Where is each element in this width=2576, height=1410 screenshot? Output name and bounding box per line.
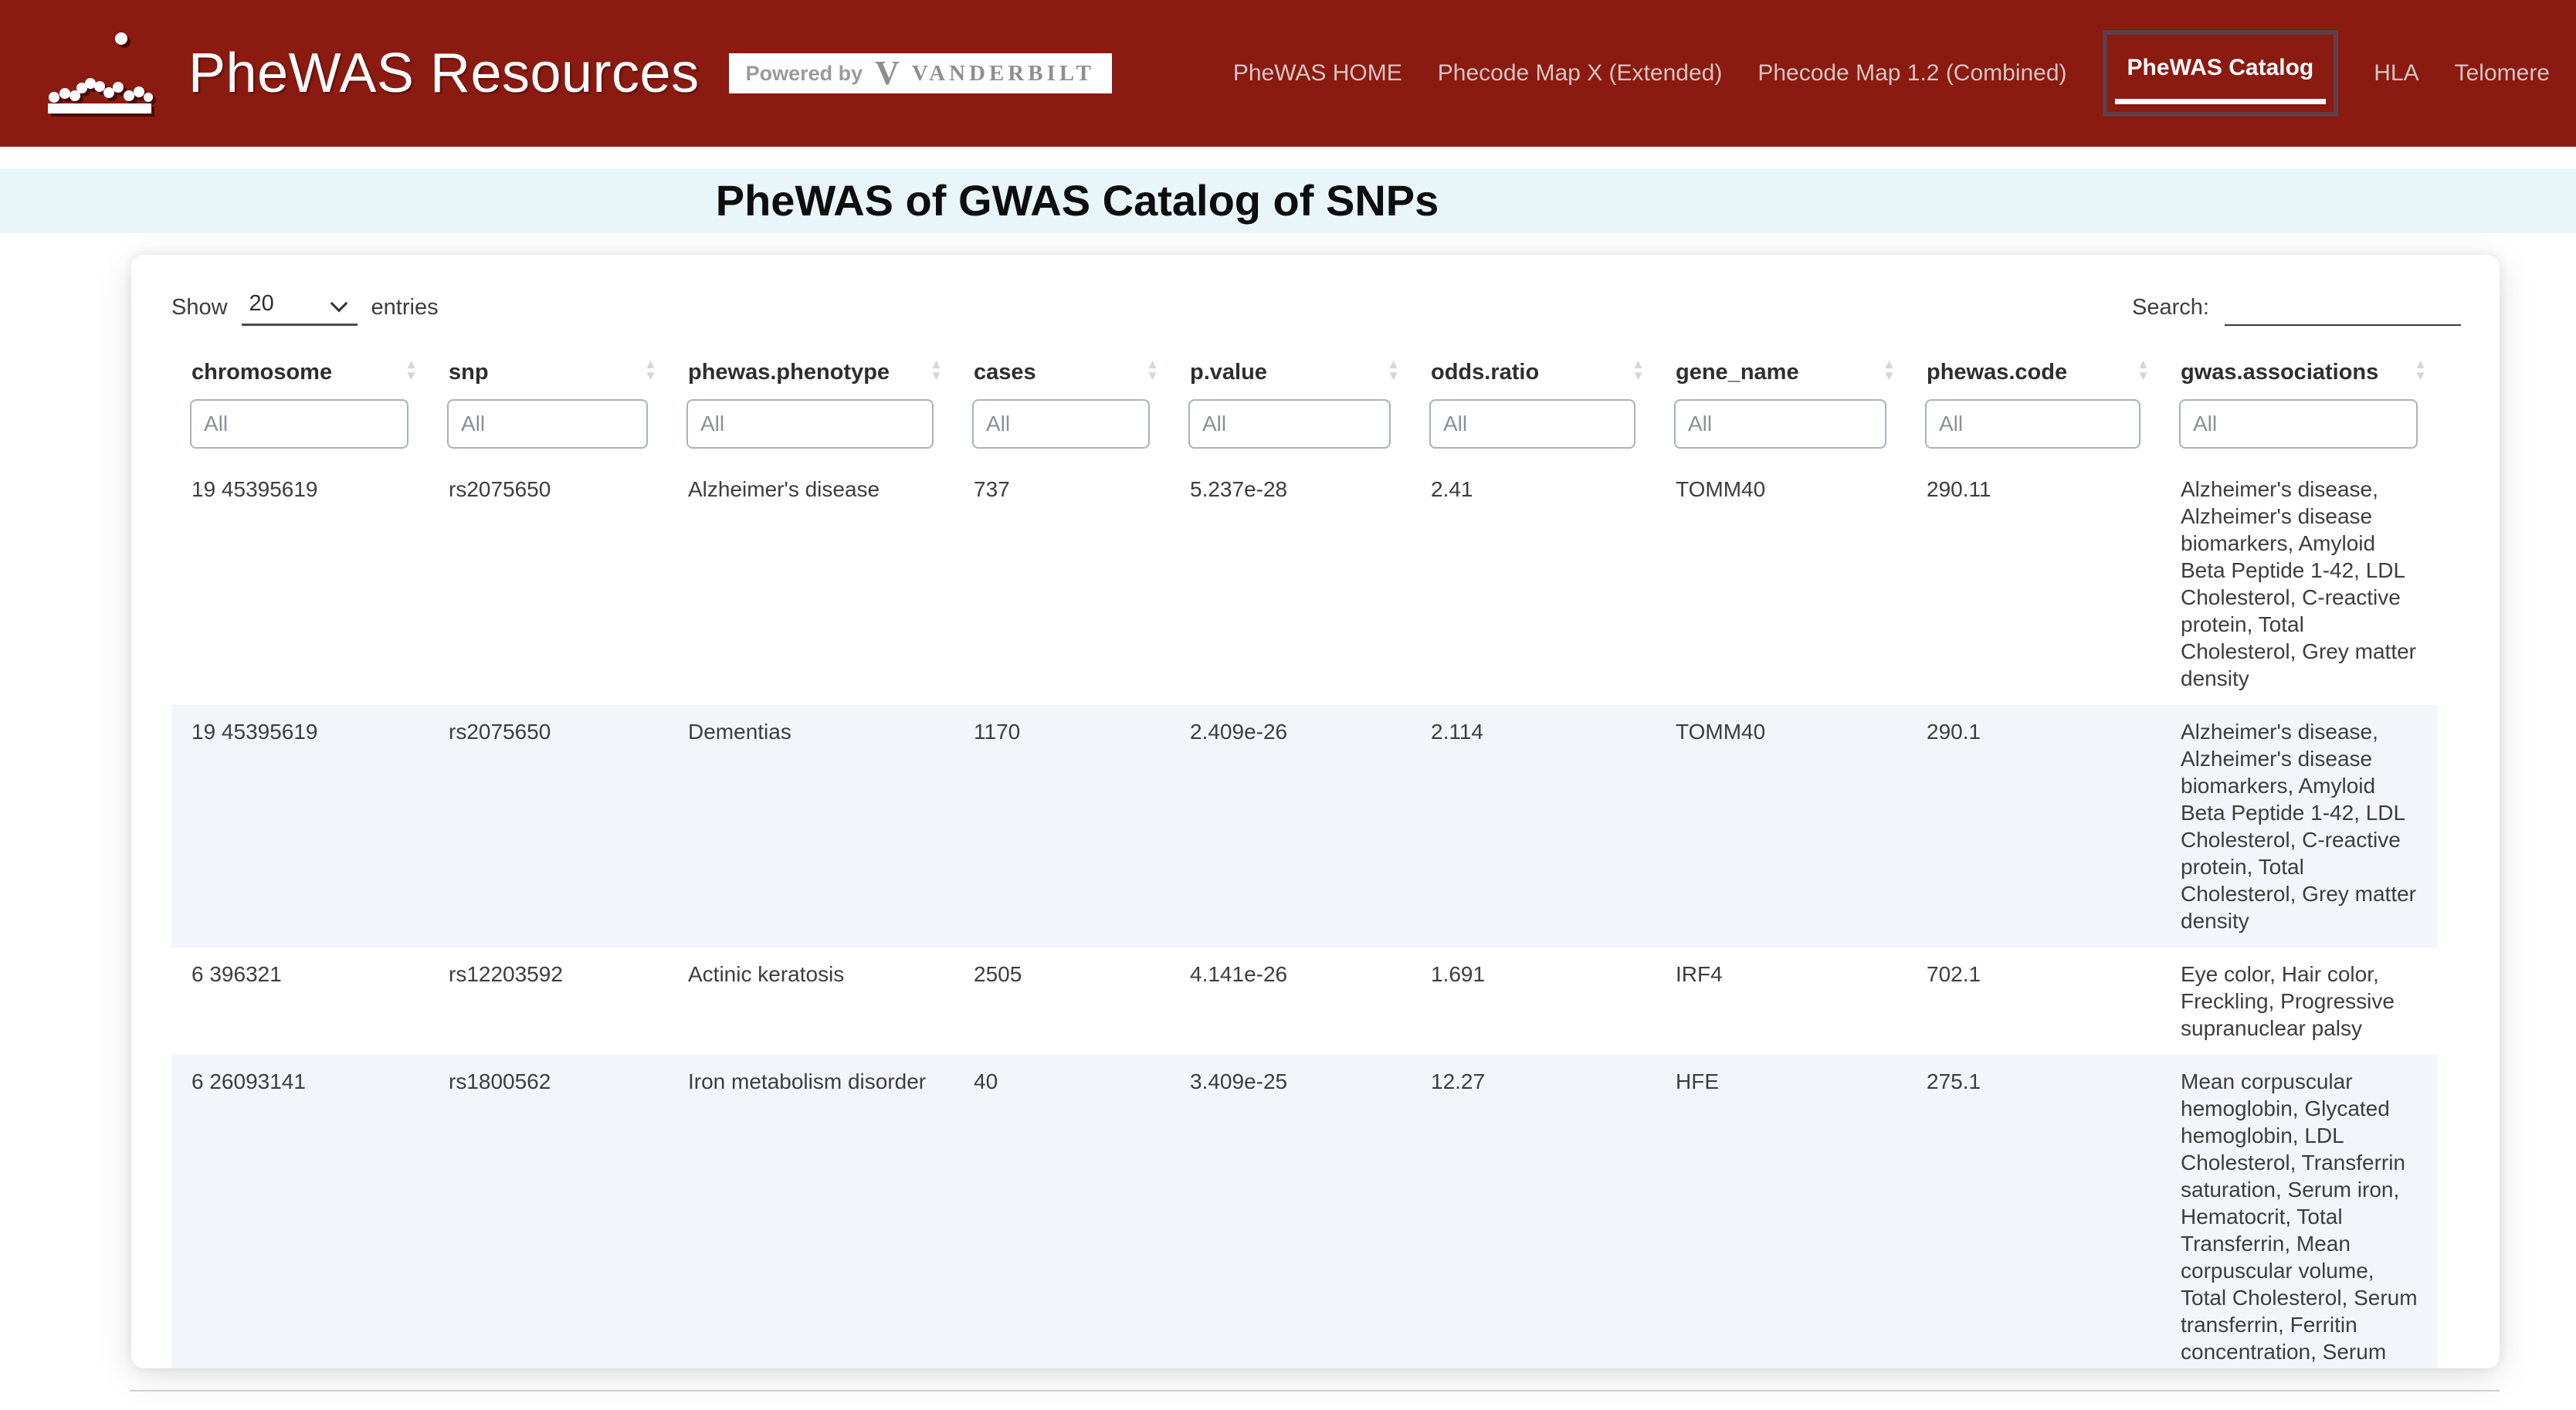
table-search-control: Search: <box>2132 289 2461 326</box>
main-nav: PheWAS HOME Phecode Map X (Extended) Phe… <box>1233 30 2550 117</box>
filter-input-phewas-code[interactable] <box>1925 399 2140 449</box>
cell-p-value: 2.409e-26 <box>1170 705 1411 947</box>
cell-chromosome: 19 45395619 <box>171 705 429 947</box>
cell-gwas-associations: Mean corpuscular hemoglobin, Glycated he… <box>2161 1055 2438 1368</box>
nav-item-hla[interactable]: HLA <box>2374 60 2418 86</box>
cell-cases: 1170 <box>954 705 1170 947</box>
cell-cases: 737 <box>954 463 1170 705</box>
filter-input-cases[interactable] <box>972 399 1150 449</box>
brand-title: PheWAS Resources <box>188 42 700 105</box>
cell-odds-ratio: 2.41 <box>1411 463 1656 705</box>
column-header-cases[interactable]: cases <box>954 354 1170 398</box>
nav-item-phecode-map-x[interactable]: Phecode Map X (Extended) <box>1438 60 1723 86</box>
search-label: Search: <box>2132 295 2209 320</box>
column-header-odds-ratio[interactable]: odds.ratio <box>1411 354 1656 398</box>
page-title: PheWAS of GWAS Catalog of SNPs <box>0 168 2154 233</box>
column-header-p-value[interactable]: p.value <box>1170 354 1411 398</box>
column-header-gene-name[interactable]: gene_name <box>1656 354 1907 398</box>
vanderbilt-v-icon: V <box>875 56 900 90</box>
search-input[interactable] <box>2225 289 2461 326</box>
phewas-catalog-table: chromosome snp phewas.phenotype cases p.… <box>171 354 2438 1368</box>
filter-row <box>171 398 2438 463</box>
cell-snp: rs2075650 <box>429 705 668 947</box>
column-header-phewas-code[interactable]: phewas.code <box>1907 354 2161 398</box>
cell-odds-ratio: 2.114 <box>1411 705 1656 947</box>
sort-icon <box>1883 358 1896 381</box>
sort-icon <box>1387 358 1400 381</box>
cell-snp: rs12203592 <box>429 947 668 1055</box>
cell-chromosome: 19 45395619 <box>171 463 429 705</box>
nav-item-telomere[interactable]: Telomere <box>2455 60 2550 86</box>
column-header-snp[interactable]: snp <box>429 354 668 398</box>
cell-phenotype: Actinic keratosis <box>668 947 954 1055</box>
brand-link[interactable]: PheWAS Resources <box>43 26 700 120</box>
column-header-phewas-phenotype[interactable]: phewas.phenotype <box>668 354 954 398</box>
cell-phenotype: Iron metabolism disorder <box>668 1055 954 1368</box>
sort-icon <box>405 358 418 381</box>
table-toolbar: Show 20 entries Search: <box>171 289 2461 326</box>
powered-by-vanderbilt-badge[interactable]: Powered by V VANDERBILT <box>729 53 1112 93</box>
filter-input-chromosome[interactable] <box>190 399 408 449</box>
cell-odds-ratio: 1.691 <box>1411 947 1656 1055</box>
footer-divider <box>130 1390 2500 1391</box>
cell-gene-name: TOMM40 <box>1656 705 1907 947</box>
nav-item-phewas-home[interactable]: PheWAS HOME <box>1233 60 1402 86</box>
powered-by-label: Powered by <box>746 62 863 86</box>
cell-odds-ratio: 12.27 <box>1411 1055 1656 1368</box>
cell-chromosome: 6 396321 <box>171 947 429 1055</box>
entries-label: entries <box>371 295 439 320</box>
cell-gene-name: IRF4 <box>1656 947 1907 1055</box>
filter-input-gwas-associations[interactable] <box>2179 399 2418 449</box>
sort-icon <box>2414 358 2427 381</box>
cell-gwas-associations: Alzheimer's disease, Alzheimer's disease… <box>2161 705 2438 947</box>
filter-input-odds-ratio[interactable] <box>1429 399 1635 449</box>
datatable-card: Show 20 entries Search: chromosome snp p… <box>131 255 2500 1368</box>
cell-phenotype: Dementias <box>668 705 954 947</box>
page-length-control: Show 20 entries <box>171 290 439 326</box>
filter-input-snp[interactable] <box>447 399 648 449</box>
page-size-select[interactable]: 20 <box>242 290 358 326</box>
sort-icon <box>1146 358 1159 381</box>
cell-p-value: 5.237e-28 <box>1170 463 1411 705</box>
table-row: 19 45395619 rs2075650 Dementias 1170 2.4… <box>171 705 2438 947</box>
nav-item-phecode-map-12[interactable]: Phecode Map 1.2 (Combined) <box>1757 60 2066 86</box>
cell-phewas-code: 275.1 <box>1907 1055 2161 1368</box>
manhattan-plot-logo-icon <box>43 26 159 120</box>
column-header-gwas-associations[interactable]: gwas.associations <box>2161 354 2438 398</box>
column-header-chromosome[interactable]: chromosome <box>171 354 429 398</box>
cell-gwas-associations: Eye color, Hair color, Freckling, Progre… <box>2161 947 2438 1055</box>
cell-chromosome: 6 26093141 <box>171 1055 429 1368</box>
site-header: PheWAS Resources Powered by V VANDERBILT… <box>0 0 2576 147</box>
vanderbilt-wordmark: VANDERBILT <box>912 61 1095 86</box>
sort-icon <box>930 358 943 381</box>
table-row: 19 45395619 rs2075650 Alzheimer's diseas… <box>171 463 2438 705</box>
cell-gene-name: HFE <box>1656 1055 1907 1368</box>
cell-p-value: 3.409e-25 <box>1170 1055 1411 1368</box>
cell-p-value: 4.141e-26 <box>1170 947 1411 1055</box>
cell-cases: 40 <box>954 1055 1170 1368</box>
sort-icon <box>1632 358 1645 381</box>
show-label: Show <box>171 295 228 320</box>
cell-phewas-code: 702.1 <box>1907 947 2161 1055</box>
table-row: 6 26093141 rs1800562 Iron metabolism dis… <box>171 1055 2438 1368</box>
table-row: 6 396321 rs12203592 Actinic keratosis 25… <box>171 947 2438 1055</box>
page-title-band: PheWAS of GWAS Catalog of SNPs <box>0 168 2576 233</box>
cell-snp: rs2075650 <box>429 463 668 705</box>
filter-input-gene-name[interactable] <box>1674 399 1886 449</box>
cell-phewas-code: 290.1 <box>1907 705 2161 947</box>
column-header-row: chromosome snp phewas.phenotype cases p.… <box>171 354 2438 398</box>
sort-icon <box>644 358 657 381</box>
cell-gwas-associations: Alzheimer's disease, Alzheimer's disease… <box>2161 463 2438 705</box>
cell-phenotype: Alzheimer's disease <box>668 463 954 705</box>
nav-item-phewas-catalog-active[interactable]: PheWAS Catalog <box>2103 30 2339 117</box>
filter-input-p-value[interactable] <box>1188 399 1391 449</box>
cell-gene-name: TOMM40 <box>1656 463 1907 705</box>
cell-snp: rs1800562 <box>429 1055 668 1368</box>
filter-input-phewas-phenotype[interactable] <box>686 399 934 449</box>
cell-phewas-code: 290.11 <box>1907 463 2161 705</box>
sort-icon <box>2137 358 2150 381</box>
cell-cases: 2505 <box>954 947 1170 1055</box>
